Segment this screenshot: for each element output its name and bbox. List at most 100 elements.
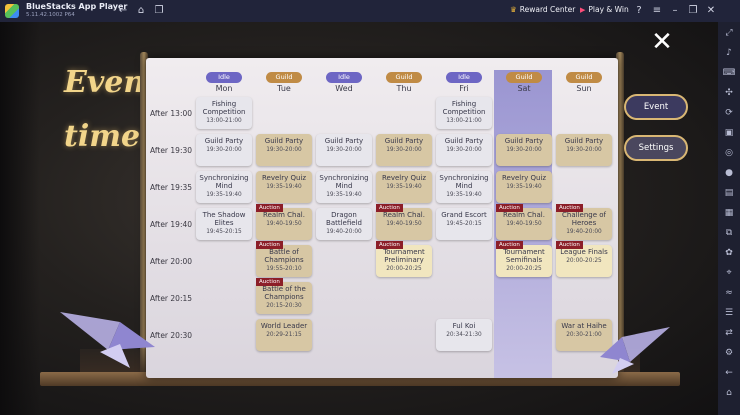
event-cell-wed-1935[interactable]: Synchronizing Mind 19:35-19:40 — [316, 171, 372, 203]
event-name: Tournament Semifinals — [503, 248, 545, 264]
event-cell-fri-1300[interactable]: Fishing Competition 13:00-21:00 — [436, 97, 492, 129]
game-viewport: Event time: Idle Mon Guild Tue Idle Wed … — [0, 22, 718, 415]
location-icon[interactable]: ⌖ — [722, 266, 736, 280]
event-name: Fishing Competition — [202, 100, 246, 116]
event-name: Battle of Champions — [264, 248, 304, 264]
eco-mode-icon[interactable]: ✿ — [722, 246, 736, 260]
title-bar: BlueStacks App Player 5.11.42.1002 P64 ←… — [0, 0, 740, 22]
time-label: After 19:35 — [150, 183, 193, 192]
event-cell-thu-2000[interactable]: Auction Tournament Preliminary 20:00-20:… — [376, 241, 432, 277]
event-name: Synchronizing Mind — [319, 174, 369, 190]
settings-gear-icon[interactable]: ⚙ — [722, 346, 736, 360]
event-cell-mon-1935[interactable]: Synchronizing Mind 19:35-19:40 — [196, 171, 252, 203]
gamepad-icon[interactable]: ✣ — [722, 86, 736, 100]
event-cell-fri-1935[interactable]: Synchronizing Mind 19:35-19:40 — [436, 171, 492, 203]
event-name: Tournament Preliminary — [383, 248, 425, 264]
event-button[interactable]: Event — [624, 94, 688, 120]
day-type-tag: Guild — [266, 72, 302, 83]
volume-icon[interactable]: ♪ — [722, 46, 736, 60]
event-name: Realm Chal. — [503, 211, 545, 219]
expand-icon[interactable]: ⤢ — [722, 26, 736, 40]
day-type-tag: Guild — [386, 72, 422, 83]
day-type-tag: Guild — [566, 72, 602, 83]
event-time: 20:00-20:25 — [566, 258, 602, 264]
event-cell-sat-2000[interactable]: Auction Tournament Semifinals 20:00-20:2… — [496, 241, 552, 277]
event-cell-fri-2030[interactable]: Ful Koi 20:34-21:30 — [436, 319, 492, 351]
minimize-icon[interactable]: – — [668, 4, 682, 18]
screenshot-icon[interactable]: ◎ — [722, 146, 736, 160]
event-cell-tue-2000[interactable]: Auction Battle of Champions 19:55-20:10 — [256, 241, 312, 277]
event-cell-thu-1935[interactable]: Revelry Quiz 19:35-19:40 — [376, 171, 432, 203]
layers-icon[interactable]: ☰ — [722, 306, 736, 320]
event-name: Synchronizing Mind — [439, 174, 489, 190]
event-cell-sat-1935[interactable]: Revelry Quiz 19:35-19:40 — [496, 171, 552, 203]
event-cell-wed-1940[interactable]: Dragon Battlefield 19:40-20:00 — [316, 208, 372, 240]
event-name: Revelry Quiz — [261, 174, 307, 182]
event-cell-mon-1940[interactable]: The Shadow Elites 19:45-20:15 — [196, 208, 252, 240]
keyboard-icon[interactable]: ⌨ — [722, 66, 736, 80]
home-nav-icon[interactable]: ⌂ — [722, 386, 736, 400]
help-icon[interactable]: ? — [632, 4, 646, 18]
auction-badge: Auction — [556, 204, 583, 212]
event-time: 19:30-20:00 — [266, 147, 302, 153]
event-cell-tue-2015[interactable]: Auction Battle of the Champions 20:15-20… — [256, 278, 312, 314]
folder-icon[interactable]: ▤ — [722, 186, 736, 200]
event-time: 13:00-21:00 — [206, 118, 242, 124]
home-icon[interactable]: ⌂ — [134, 4, 148, 18]
event-name: World Leader — [260, 322, 308, 330]
day-header-thu: Guild Thu — [376, 64, 432, 93]
event-cell-sat-1940[interactable]: Auction Realm Chal. 19:40-19:50 — [496, 204, 552, 240]
event-cell-thu-1930[interactable]: Guild Party 19:30-20:00 — [376, 134, 432, 166]
event-cell-tue-1940[interactable]: Auction Realm Chal. 19:40-19:50 — [256, 204, 312, 240]
screen-rotate-icon[interactable]: ⟳ — [722, 106, 736, 120]
day-header-wed: Idle Wed — [316, 64, 372, 93]
event-name: Revelry Quiz — [381, 174, 427, 182]
event-cell-tue-2030[interactable]: World Leader 20:29-21:15 — [256, 319, 312, 351]
auction-badge: Auction — [496, 204, 523, 212]
close-window-icon[interactable]: ✕ — [704, 4, 718, 18]
settings-button[interactable]: Settings — [624, 135, 688, 161]
event-cell-sat-1930[interactable]: Guild Party 19:30-20:00 — [496, 134, 552, 166]
reward-center-button[interactable]: Reward Center — [510, 5, 576, 14]
back-nav-icon[interactable]: ← — [722, 366, 736, 380]
close-icon[interactable]: ✕ — [650, 29, 674, 55]
macro-icon[interactable]: ▦ — [722, 206, 736, 220]
event-cell-fri-1930[interactable]: Guild Party 19:30-20:00 — [436, 134, 492, 166]
app-version: 5.11.42.1002 P64 — [26, 12, 75, 18]
event-cell-sun-1940[interactable]: Auction Challenge of Heroes 19:40-20:00 — [556, 204, 612, 240]
auction-badge: Auction — [256, 278, 283, 286]
time-label: After 20:00 — [150, 257, 193, 266]
event-cell-mon-1300[interactable]: Fishing Competition 13:00-21:00 — [196, 97, 252, 129]
event-cell-wed-1930[interactable]: Guild Party 19:30-20:00 — [316, 134, 372, 166]
back-icon[interactable]: ← — [116, 4, 130, 18]
restore-icon[interactable]: ❐ — [686, 4, 700, 18]
day-name: Tue — [277, 84, 291, 93]
event-name: Guild Party — [264, 137, 304, 145]
event-cell-thu-1940[interactable]: Auction Realm Chal. 19:40-19:50 — [376, 204, 432, 240]
event-cell-sun-1930[interactable]: Guild Party 19:30-20:00 — [556, 134, 612, 166]
event-cell-fri-1940[interactable]: Grand Escort 19:45-20:15 — [436, 208, 492, 240]
event-cell-tue-1930[interactable]: Guild Party 19:30-20:00 — [256, 134, 312, 166]
event-time: 19:35-19:40 — [506, 184, 542, 190]
event-cell-sun-2000[interactable]: Auction League Finals 20:00-20:25 — [556, 241, 612, 277]
event-time: 20:34-21:30 — [446, 332, 482, 338]
day-type-tag: Idle — [446, 72, 482, 83]
sync-icon[interactable]: ⇄ — [722, 326, 736, 340]
apk-icon[interactable]: ▣ — [722, 126, 736, 140]
record-icon[interactable]: ● — [722, 166, 736, 180]
time-label: After 13:00 — [150, 109, 193, 118]
multi-window-icon[interactable]: ⧉ — [722, 226, 736, 240]
event-name: League Finals — [560, 248, 608, 256]
event-cell-tue-1935[interactable]: Revelry Quiz 19:35-19:40 — [256, 171, 312, 203]
event-button-label: Event — [643, 102, 669, 112]
event-name: Realm Chal. — [263, 211, 305, 219]
menu-icon[interactable]: ≡ — [650, 4, 664, 18]
play-win-button[interactable]: Play & Win — [580, 5, 628, 14]
event-name: Guild Party — [324, 137, 364, 145]
event-cell-mon-1930[interactable]: Guild Party 19:30-20:00 — [196, 134, 252, 166]
shake-icon[interactable]: ≈ — [722, 286, 736, 300]
event-time: 19:30-20:00 — [566, 147, 602, 153]
event-time: 20:15-20:30 — [266, 303, 302, 309]
bluestacks-logo-icon — [5, 4, 19, 18]
multi-instance-icon[interactable]: ❐ — [152, 4, 166, 18]
